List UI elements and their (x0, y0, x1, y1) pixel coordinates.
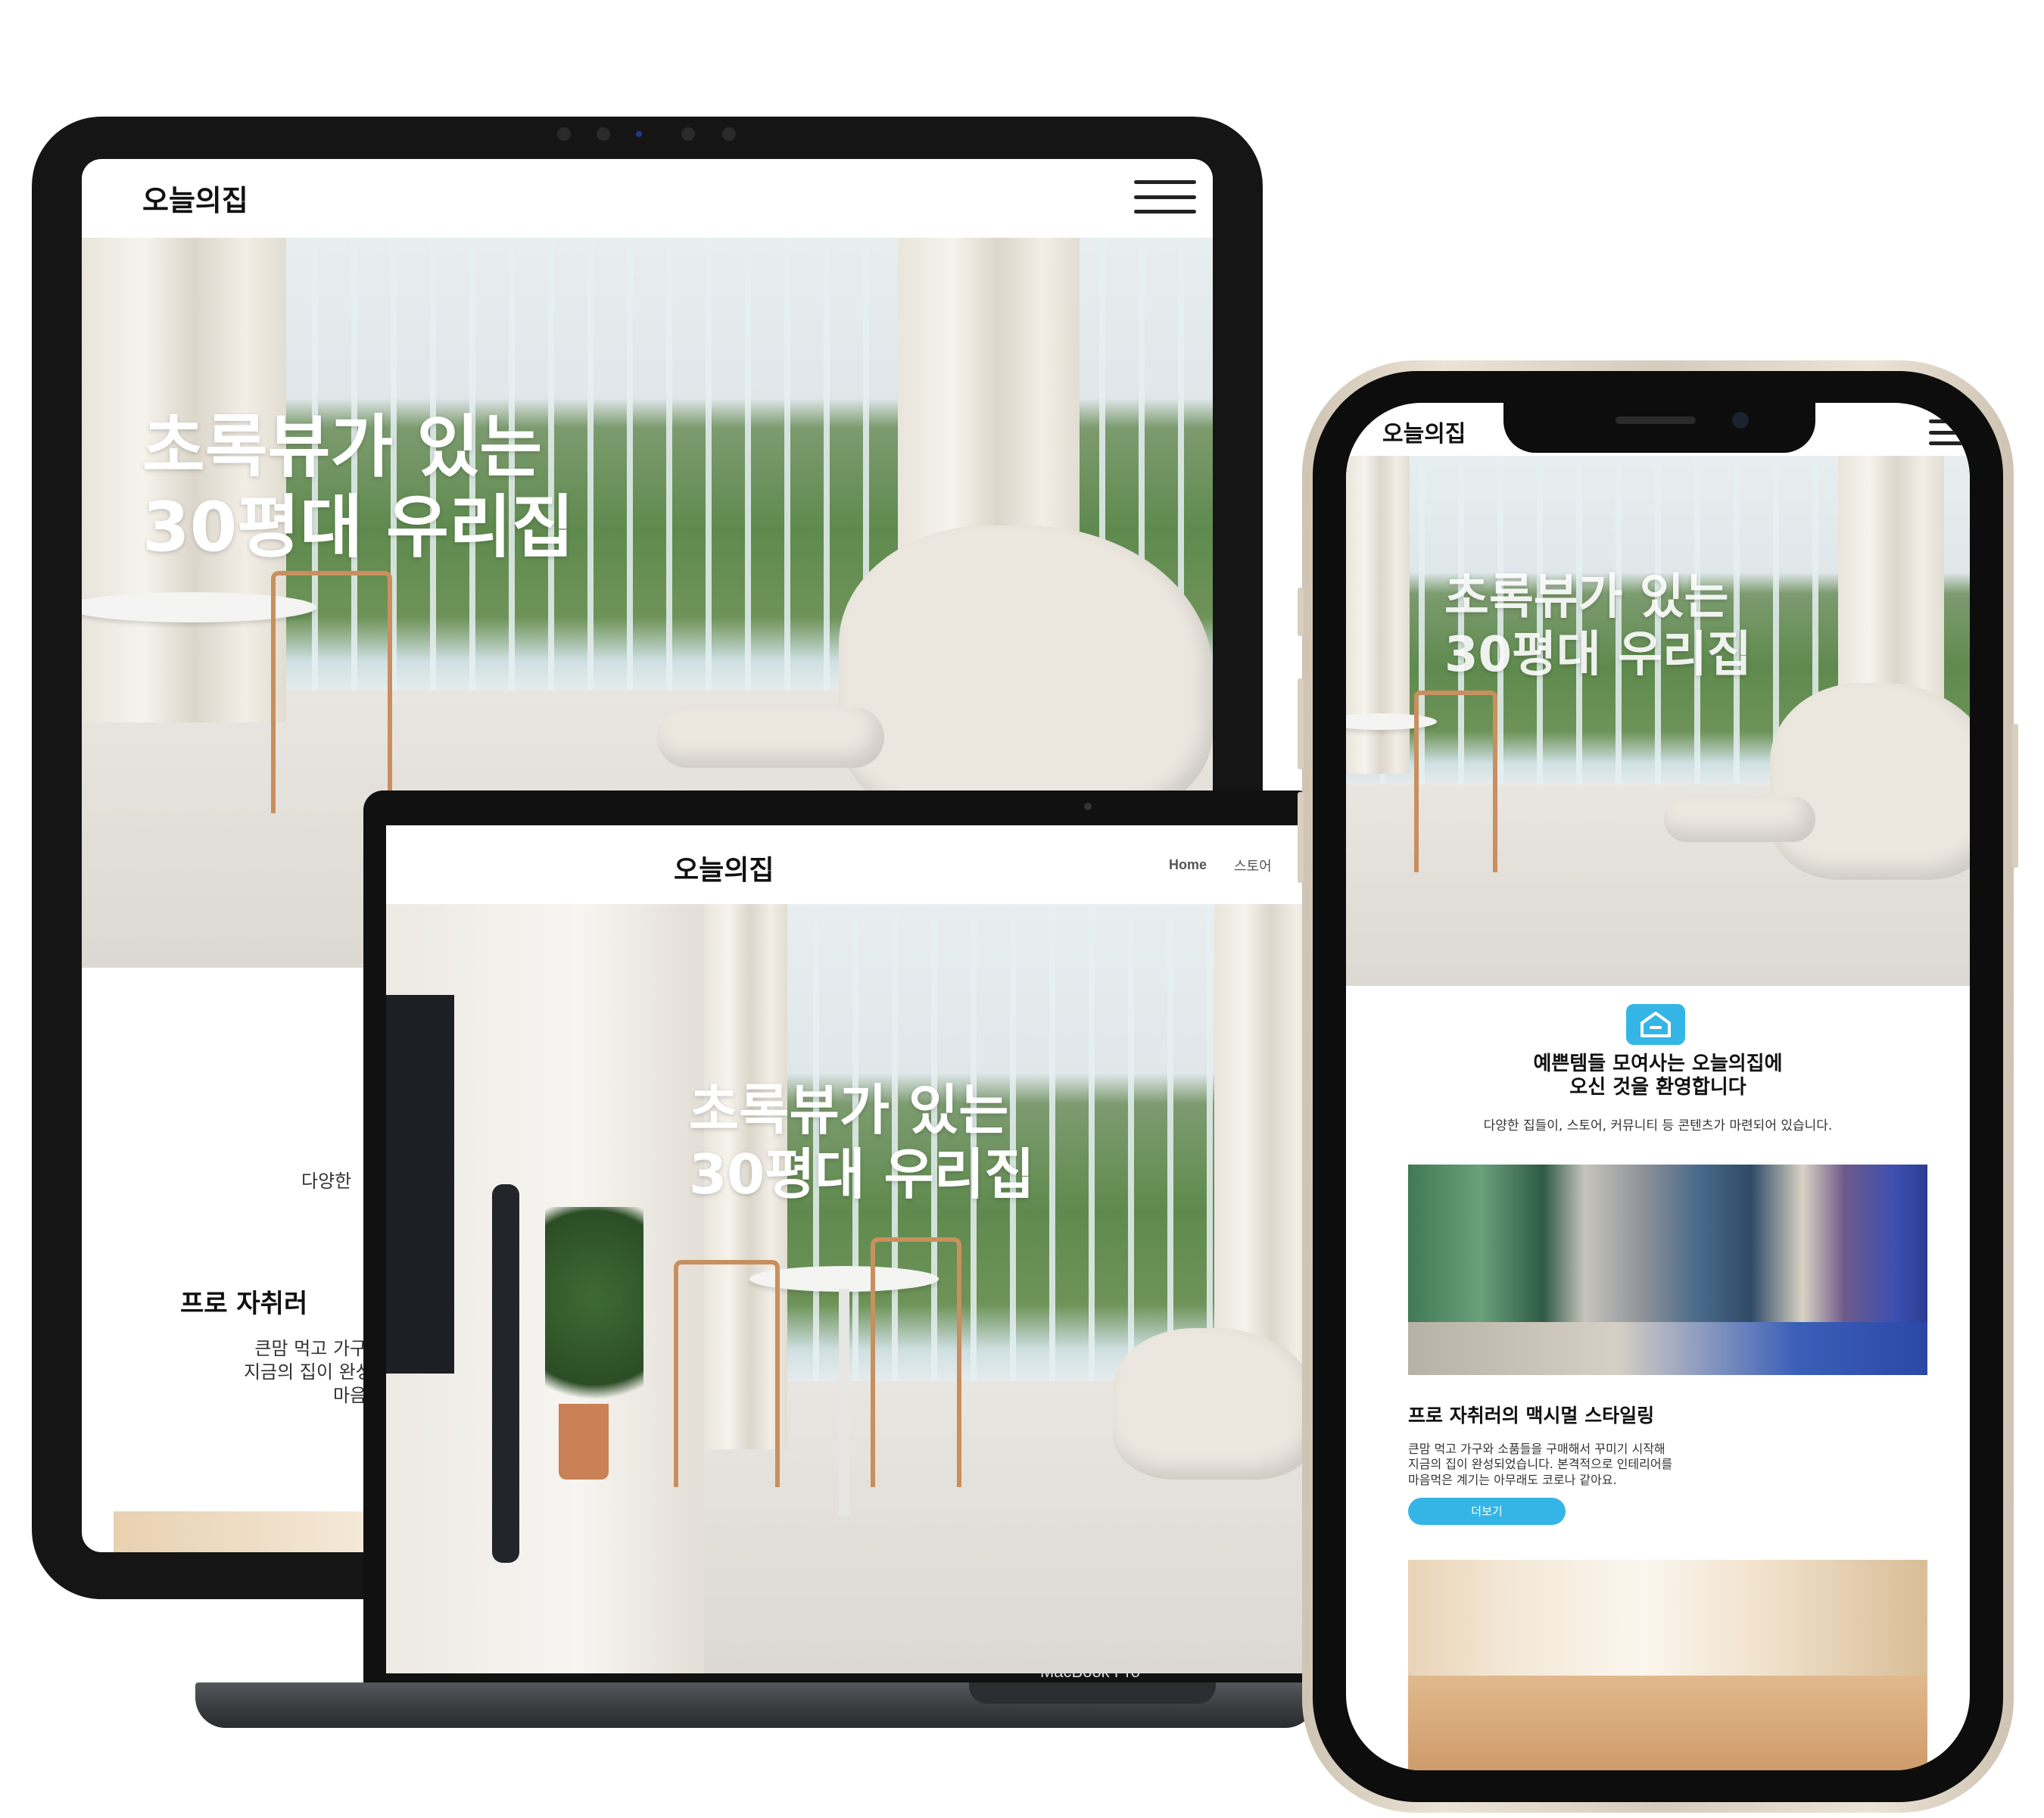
tablet-subtitle: 다양한 (301, 1171, 352, 1192)
speaker-grille (1616, 416, 1696, 424)
phone-device: 오늘의집 초록뷰가 있는 30평대 우리집 예쁜템들 모여사는 오늘의집에 오신… (1298, 360, 2018, 1813)
lounge-chair (839, 525, 1213, 821)
nav-home[interactable]: Home (1169, 857, 1207, 873)
tablet-indicator (636, 131, 642, 137)
card-title[interactable]: 프로 자취러의 맥시멀 스타일링 (1408, 1401, 1654, 1428)
wooden-chair (871, 1237, 961, 1487)
card-description: 큰맘 먹고 가구와 소품들을 구매해서 꾸미기 시작해 지금의 집이 완성되었습… (1408, 1442, 1847, 1488)
welcome-title-line-2: 오신 것을 환영합니다 (1569, 1076, 1746, 1099)
card-desc-line: 마음먹은 계기는 아무래도 코로나 같아요. (1408, 1472, 1617, 1487)
tablet-card-title: 프로 자취러 (180, 1289, 308, 1319)
menu-icon[interactable] (1929, 419, 1970, 445)
card-desc-line: 큰맘 먹고 가구와 소품들을 구매해서 꾸미기 시작해 (1408, 1442, 1665, 1456)
logo[interactable]: 오늘의집 (142, 177, 248, 219)
hero-line-1: 초록뷰가 있는 (1444, 569, 1729, 625)
wooden-chair (271, 571, 392, 813)
mute-switch (1298, 588, 1304, 636)
logo[interactable]: 오늘의집 (1382, 415, 1466, 448)
laptop-device: 오늘의집 Home 스토어 초록뷰가 있는 30평대 우리집 (363, 791, 1317, 1695)
card-desc-line: 지금의 집이 완성되었습니다. 본격적으로 인테리어를 (1408, 1457, 1673, 1472)
menu-icon[interactable] (1134, 180, 1196, 214)
lounge-chair (1770, 683, 1970, 880)
hero-line-2: 30평대 우리집 (1444, 626, 1752, 683)
laptop-brand-label: MacBook Pro (1039, 1662, 1141, 1681)
plant (545, 1207, 643, 1434)
more-button[interactable]: 더보기 (1408, 1498, 1566, 1525)
ottoman (1664, 797, 1815, 842)
tablet-sensor (597, 127, 610, 141)
laptop-opening-notch (969, 1682, 1216, 1704)
table-leg (839, 1289, 849, 1516)
welcome-subtitle: 다양한 집들이, 스토어, 커뮤니티 등 콘텐츠가 마련되어 있습니다. (1483, 1118, 1833, 1134)
tablet-mic (681, 127, 695, 141)
phone-screen: 오늘의집 초록뷰가 있는 30평대 우리집 예쁜템들 모여사는 오늘의집에 오신… (1346, 403, 1970, 1770)
phone-notch (1503, 403, 1815, 453)
volume-up-button (1298, 678, 1304, 769)
house-icon (1626, 1004, 1685, 1045)
hero-image: 초록뷰가 있는 30평대 우리집 (386, 904, 1317, 1673)
phone-bezel: 오늘의집 초록뷰가 있는 30평대 우리집 예쁜템들 모여사는 오늘의집에 오신… (1313, 371, 2003, 1802)
wooden-chair (674, 1260, 780, 1487)
plant-pot (559, 1404, 609, 1480)
wooden-chair (1414, 691, 1497, 872)
tv (386, 995, 454, 1374)
nav-store[interactable]: 스토어 (1234, 856, 1272, 875)
welcome-title-line-1: 예쁜템들 모여사는 오늘의집에 (1533, 1052, 1783, 1075)
hero-title: 초록뷰가 있는 30평대 우리집 (142, 407, 575, 568)
welcome-title: 예쁜템들 모여사는 오늘의집에 오신 것을 환영합니다 (1346, 1052, 1970, 1099)
tablet-card-image (114, 1511, 386, 1552)
hero-line-2: 30평대 우리집 (689, 1142, 1035, 1206)
lounge-chair (1113, 1328, 1317, 1480)
card-image-2[interactable] (1408, 1560, 1927, 1770)
ottoman (657, 707, 884, 768)
laptop-camera (1084, 803, 1092, 810)
card-image[interactable] (1408, 1165, 1927, 1375)
power-button (2012, 724, 2018, 868)
volume-down-button (1298, 792, 1304, 883)
front-camera (1732, 412, 1749, 429)
hero-line-1: 초록뷰가 있는 (142, 407, 543, 487)
hero-line-2: 30평대 우리집 (142, 488, 575, 568)
laptop-screen: 오늘의집 Home 스토어 초록뷰가 있는 30평대 우리집 (386, 825, 1317, 1673)
tablet-sensor-2 (722, 127, 736, 141)
hero-title: 초록뷰가 있는 30평대 우리집 (1444, 569, 1752, 684)
vacuum (492, 1184, 519, 1563)
hero-line-1: 초록뷰가 있는 (689, 1078, 1009, 1142)
tablet-camera (557, 127, 571, 141)
logo[interactable]: 오늘의집 (674, 848, 774, 887)
hero-title: 초록뷰가 있는 30평대 우리집 (689, 1078, 1034, 1207)
hero-image: 초록뷰가 있는 30평대 우리집 (1346, 456, 1970, 986)
